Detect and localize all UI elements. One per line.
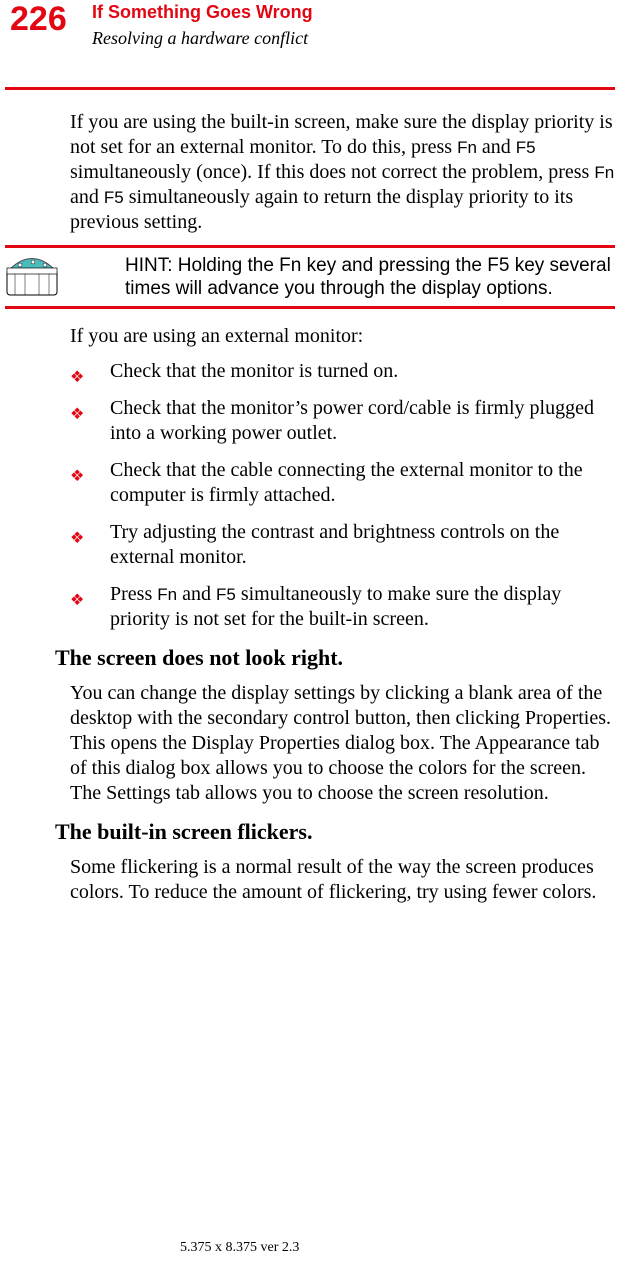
page-header: 226 If Something Goes Wrong Resolving a …: [0, 0, 638, 70]
header-rule: [5, 87, 615, 90]
list-item: ❖ Press Fn and F5 simultaneously to make…: [70, 582, 615, 632]
paragraph: You can change the display settings by c…: [70, 681, 615, 806]
text: simultaneously (once). If this does not …: [70, 161, 594, 183]
intro-paragraph: If you are using the built-in screen, ma…: [70, 110, 615, 235]
list-item: ❖ Check that the cable connecting the ext…: [70, 458, 615, 508]
page-content: If you are using the built-in screen, ma…: [70, 110, 615, 915]
page-number: 226: [10, 0, 67, 39]
list-text: Press Fn and F5 simultaneously to make s…: [110, 583, 561, 630]
list-item: ❖ Try adjusting the contrast and brightne…: [70, 520, 615, 570]
key-fn: Fn: [457, 138, 477, 157]
diamond-bullet-icon: ❖: [70, 464, 84, 489]
external-monitor-intro: If you are using an external monitor:: [70, 324, 615, 349]
key-f5: F5: [104, 188, 124, 207]
key-fn: Fn: [594, 163, 614, 182]
text: Press: [110, 583, 157, 605]
text: simultaneously again to return the displ…: [70, 186, 573, 233]
key-fn: Fn: [157, 585, 177, 604]
hint-block: HINT: Holding the Fn key and pressing th…: [70, 245, 615, 309]
section-heading: The built-in screen flickers.: [55, 819, 615, 845]
list-text: Try adjusting the contrast and brightnes…: [110, 521, 559, 568]
treasure-chest-icon: [5, 250, 60, 300]
diamond-bullet-icon: ❖: [70, 526, 84, 551]
bullet-list: ❖Check that the monitor is turned on. ❖C…: [70, 359, 615, 632]
diamond-bullet-icon: ❖: [70, 365, 84, 390]
text: and: [477, 136, 516, 158]
key-f5: F5: [216, 585, 236, 604]
footer-text: 5.375 x 8.375 ver 2.3: [180, 1240, 299, 1256]
hint-text: HINT: Holding the Fn key and pressing th…: [125, 254, 615, 300]
text: and: [70, 186, 104, 208]
list-item: ❖ Check that the monitor’s power cord/cab…: [70, 396, 615, 446]
list-text: Check that the monitor’s power cord/cabl…: [110, 397, 594, 444]
text: and: [177, 583, 216, 605]
diamond-bullet-icon: ❖: [70, 588, 84, 613]
section-heading: The screen does not look right.: [55, 645, 615, 671]
list-text: Check that the monitor is turned on.: [110, 360, 398, 382]
diamond-bullet-icon: ❖: [70, 402, 84, 427]
key-f5: F5: [516, 138, 536, 157]
list-text: Check that the cable connecting the exte…: [110, 459, 583, 506]
list-item: ❖Check that the monitor is turned on.: [70, 359, 615, 384]
hint-bottom-rule: [5, 306, 615, 309]
hint-body: HINT: Holding the Fn key and pressing th…: [70, 248, 615, 306]
paragraph: Some flickering is a normal result of th…: [70, 855, 615, 905]
header-subtitle: Resolving a hardware conflict: [92, 28, 308, 49]
header-title: If Something Goes Wrong: [92, 2, 313, 23]
